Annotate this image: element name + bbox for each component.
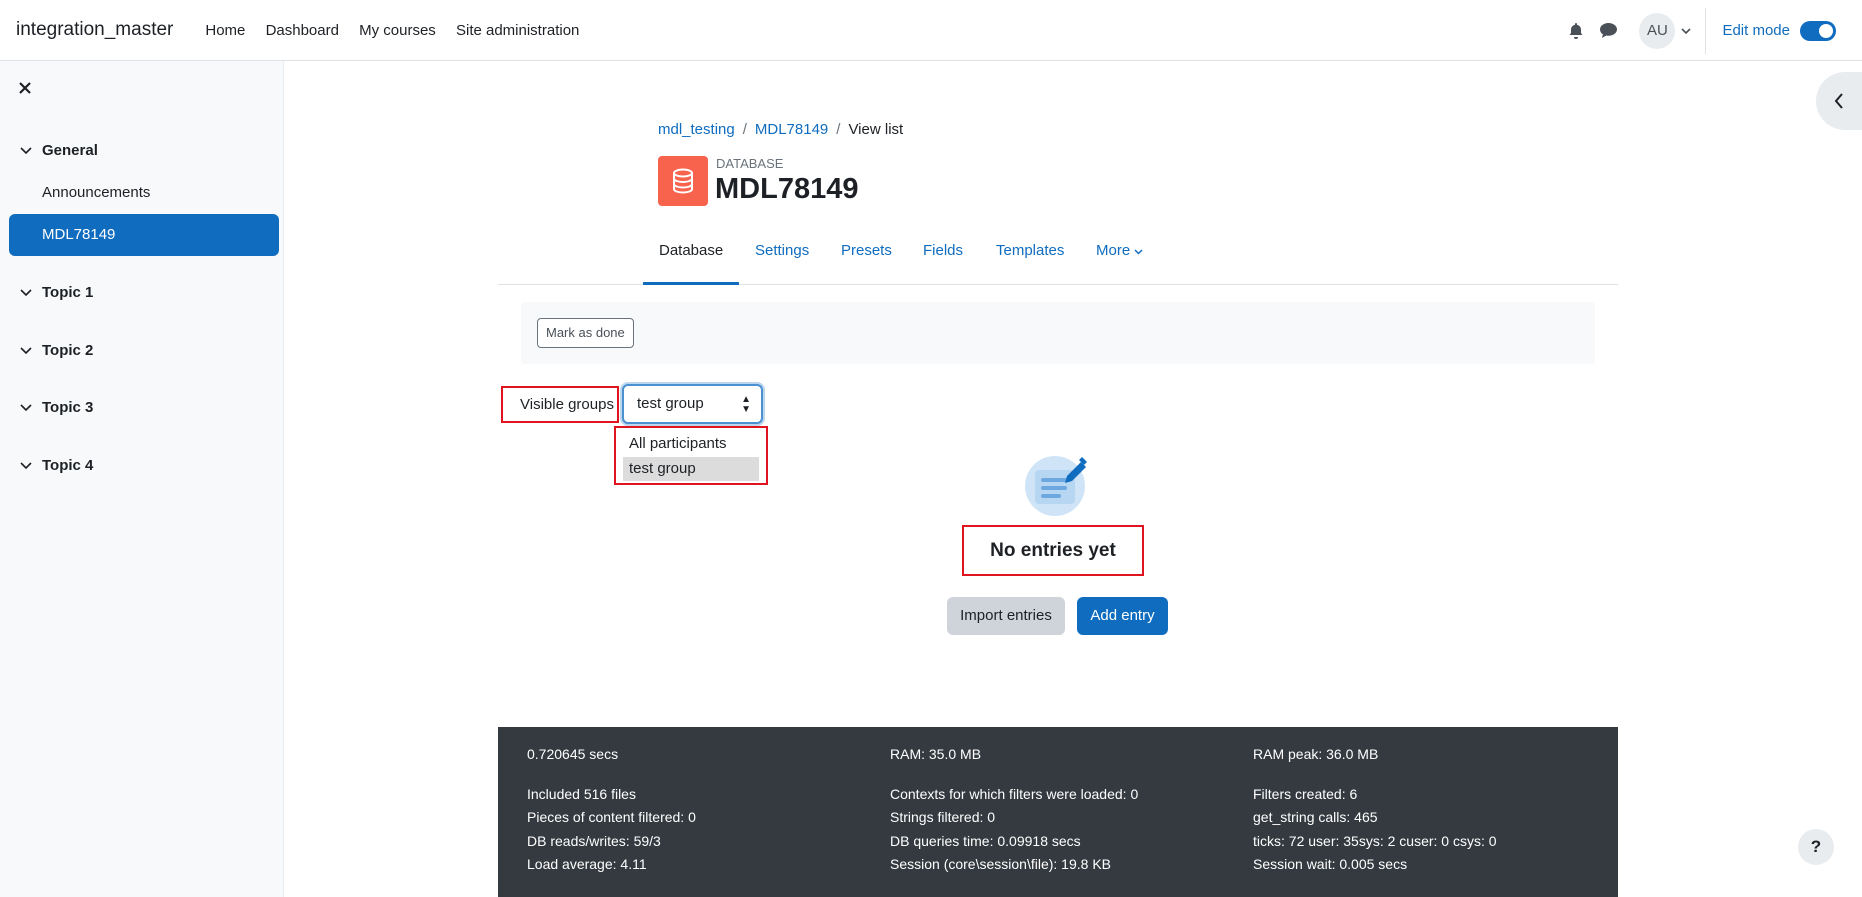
nav-home[interactable]: Home bbox=[205, 22, 245, 39]
section-general[interactable]: General bbox=[20, 142, 98, 159]
footer-stat: Strings filtered: 0 bbox=[890, 809, 996, 825]
breadcrumb-separator: / bbox=[742, 121, 747, 138]
mark-as-done-button[interactable]: Mark as done bbox=[537, 318, 634, 348]
chevron-left-icon bbox=[1834, 93, 1843, 109]
chevron-down-icon[interactable] bbox=[1681, 22, 1692, 39]
chevron-down-icon bbox=[20, 146, 32, 154]
section-label: Topic 1 bbox=[42, 284, 94, 301]
footer-spacer bbox=[527, 770, 867, 786]
breadcrumb: mdl_testing / MDL78149 / View list bbox=[658, 121, 903, 138]
bell-icon[interactable] bbox=[1565, 20, 1587, 42]
footer-stat: RAM: 35.0 MB bbox=[890, 746, 982, 762]
section-label: Topic 4 bbox=[42, 457, 94, 474]
drawer-item-announcements[interactable]: Announcements bbox=[42, 184, 150, 201]
edit-mode-toggle[interactable] bbox=[1800, 20, 1836, 41]
nav-dashboard[interactable]: Dashboard bbox=[266, 22, 339, 39]
no-entries-message: No entries yet bbox=[962, 525, 1144, 576]
option-all-participants[interactable]: All participants bbox=[623, 432, 759, 456]
database-icon bbox=[658, 156, 708, 206]
navbar-divider bbox=[1705, 7, 1707, 54]
chevron-down-icon bbox=[1134, 249, 1143, 255]
primary-navigation: Home Dashboard My courses Site administr… bbox=[205, 22, 595, 39]
chevron-down-icon bbox=[20, 288, 32, 296]
nav-site-administration[interactable]: Site administration bbox=[456, 22, 579, 39]
module-type-label: DATABASE bbox=[716, 156, 784, 171]
section-label: Topic 3 bbox=[42, 399, 94, 416]
footer-stat: ticks: 72 user: 35sys: 2 cuser: 0 csys: … bbox=[1253, 832, 1497, 849]
course-index-drawer: General Announcements MDL78149 Topic 1 T… bbox=[0, 61, 284, 897]
footer-stat: get_string calls: 465 bbox=[1253, 809, 1378, 825]
visible-groups-select[interactable]: test group ▲ ▼ bbox=[622, 384, 763, 424]
message-icon[interactable] bbox=[1597, 20, 1619, 42]
site-brand[interactable]: integration_master bbox=[16, 19, 173, 41]
import-entries-button[interactable]: Import entries bbox=[947, 597, 1065, 635]
breadcrumb-activity[interactable]: MDL78149 bbox=[755, 121, 828, 138]
select-arrows-icon: ▲ ▼ bbox=[741, 394, 751, 415]
section-topic-2[interactable]: Topic 2 bbox=[20, 342, 93, 359]
footer-stat: Included 516 files bbox=[527, 785, 636, 802]
visible-groups-selected: test group bbox=[637, 395, 704, 412]
page-title: MDL78149 bbox=[715, 173, 859, 205]
section-topic-3[interactable]: Topic 3 bbox=[20, 399, 93, 416]
nav-my-courses[interactable]: My courses bbox=[359, 22, 436, 39]
breadcrumb-course[interactable]: mdl_testing bbox=[658, 121, 735, 138]
footer-column-2: RAM: 35.0 MB Contexts for which filters … bbox=[890, 746, 1230, 880]
tab-templates[interactable]: Templates bbox=[996, 234, 1064, 285]
close-icon[interactable] bbox=[16, 79, 36, 99]
footer-stat: 0.720645 secs bbox=[527, 746, 619, 762]
visible-groups-label: Visible groups bbox=[501, 386, 619, 423]
footer-stat: Load average: 4.11 bbox=[527, 856, 647, 872]
chevron-down-icon bbox=[20, 346, 32, 354]
footer-stat: DB reads/writes: 59/3 bbox=[527, 832, 661, 849]
tab-fields[interactable]: Fields bbox=[923, 234, 963, 285]
user-avatar[interactable]: AU bbox=[1639, 12, 1676, 49]
help-button[interactable]: ? bbox=[1798, 829, 1834, 865]
footer-stat: Contexts for which filters were loaded: … bbox=[890, 785, 1139, 802]
chevron-down-icon bbox=[20, 403, 32, 411]
option-test-group[interactable]: test group bbox=[623, 457, 759, 481]
performance-footer: 0.720645 secs Included 516 files Pieces … bbox=[498, 727, 1618, 897]
footer-stat: Pieces of content filtered: 0 bbox=[527, 809, 696, 825]
visible-groups-dropdown: All participants test group bbox=[614, 426, 768, 485]
footer-spacer bbox=[1253, 770, 1593, 786]
tab-more-label: More bbox=[1096, 242, 1131, 259]
block-drawer-toggle[interactable] bbox=[1816, 72, 1862, 130]
user-navigation: AU Edit mode bbox=[1565, 0, 1862, 61]
section-label: Topic 2 bbox=[42, 342, 94, 359]
edit-mode-label[interactable]: Edit mode bbox=[1722, 22, 1790, 39]
footer-stat: Filters created: 6 bbox=[1253, 785, 1358, 802]
top-navbar: integration_master Home Dashboard My cou… bbox=[0, 0, 1862, 61]
breadcrumb-current: View list bbox=[848, 121, 904, 138]
footer-column-1: 0.720645 secs Included 516 files Pieces … bbox=[527, 746, 867, 880]
footer-spacer bbox=[890, 770, 1230, 786]
secondary-navigation: Database Settings Presets Fields Templat… bbox=[498, 234, 1618, 285]
tab-settings[interactable]: Settings bbox=[755, 234, 809, 285]
activity-completion-bar: Mark as done bbox=[521, 302, 1595, 364]
footer-stat: Session wait: 0.005 secs bbox=[1253, 856, 1408, 872]
breadcrumb-separator: / bbox=[836, 121, 841, 138]
add-entry-button[interactable]: Add entry bbox=[1077, 597, 1168, 635]
section-label: General bbox=[42, 142, 98, 159]
tab-more[interactable]: More bbox=[1096, 234, 1143, 285]
footer-stat: Session (core\session\file): 19.8 KB bbox=[890, 856, 1111, 872]
tab-database[interactable]: Database bbox=[643, 234, 740, 285]
footer-column-3: RAM peak: 36.0 MB Filters created: 6 get… bbox=[1253, 746, 1593, 880]
section-topic-4[interactable]: Topic 4 bbox=[20, 457, 93, 474]
tab-presets[interactable]: Presets bbox=[841, 234, 892, 285]
section-topic-1[interactable]: Topic 1 bbox=[20, 284, 93, 301]
footer-stat: RAM peak: 36.0 MB bbox=[1253, 746, 1379, 762]
empty-entries-icon bbox=[1021, 454, 1091, 516]
footer-stat: DB queries time: 0.09918 secs bbox=[890, 832, 1081, 849]
drawer-item-mdl78149[interactable]: MDL78149 bbox=[9, 214, 279, 256]
chevron-down-icon bbox=[20, 461, 32, 469]
